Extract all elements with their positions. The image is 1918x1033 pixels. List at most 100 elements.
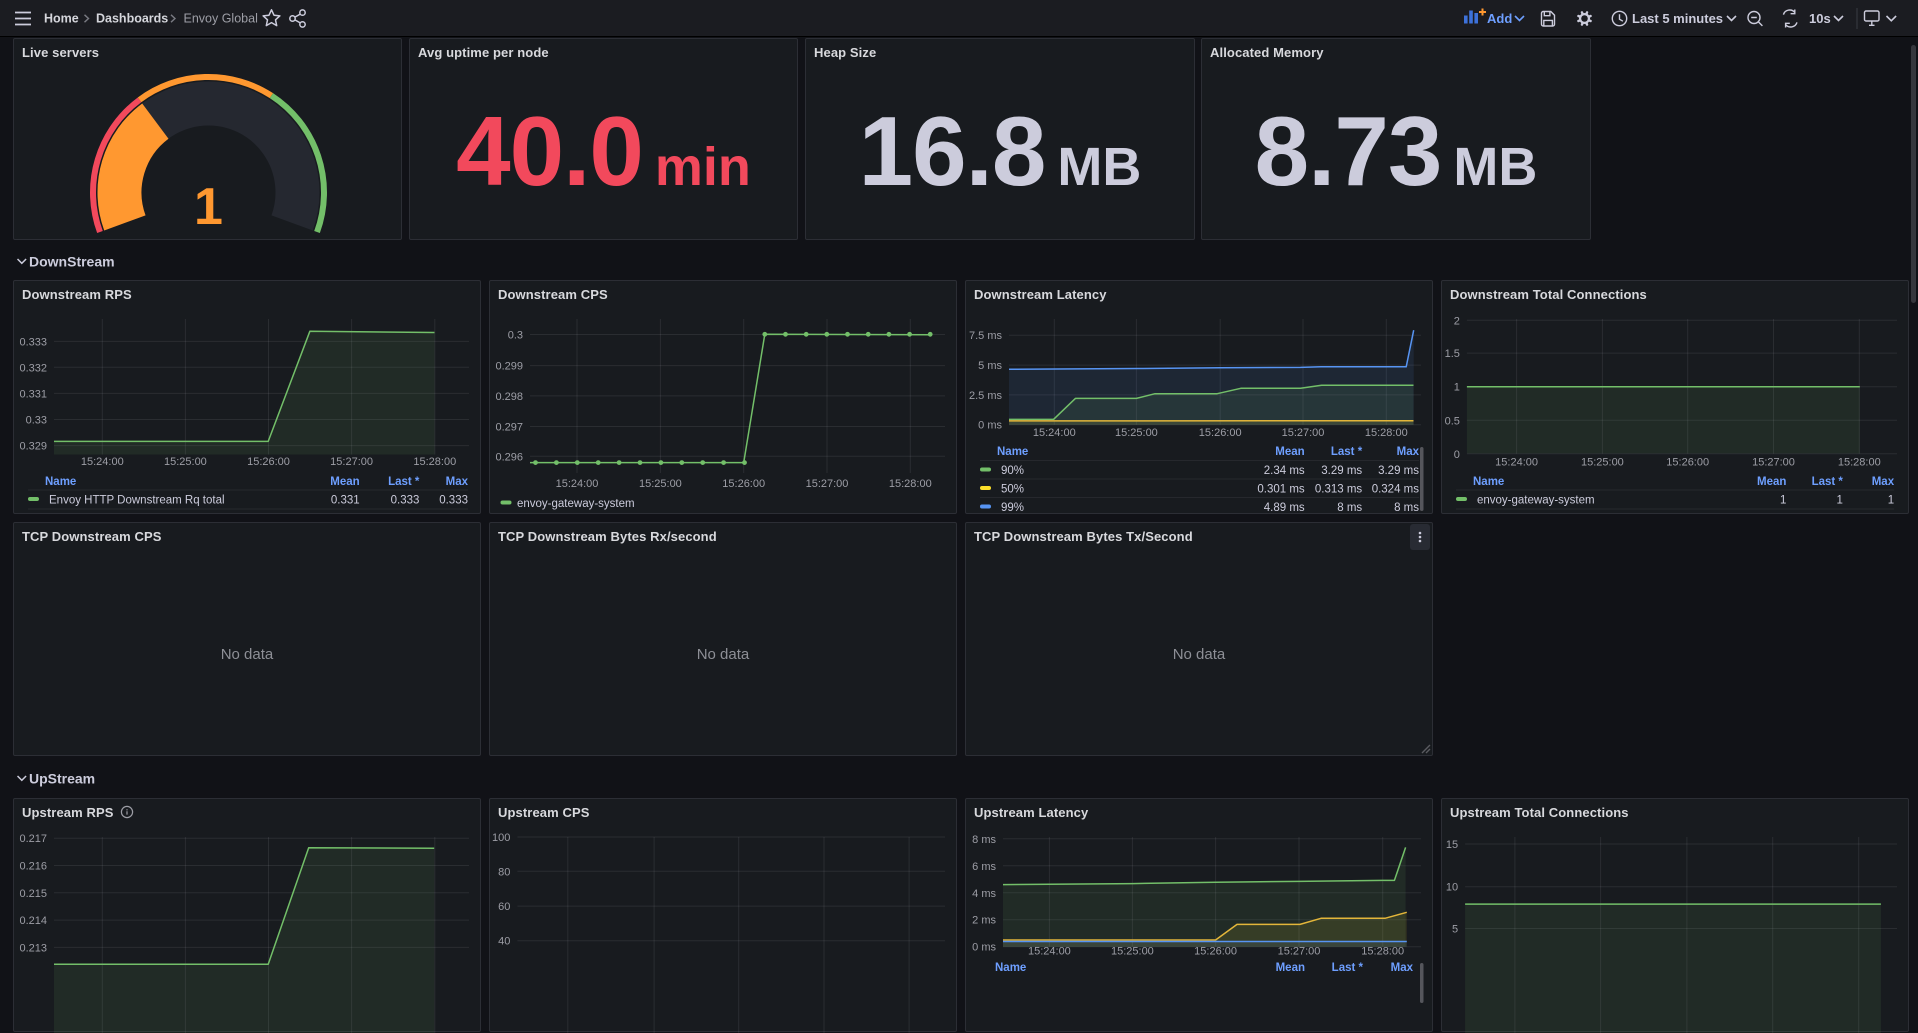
svg-text:0.297: 0.297 xyxy=(495,422,523,434)
svg-text:Last *: Last * xyxy=(1812,476,1844,488)
svg-text:2: 2 xyxy=(1454,315,1460,327)
svg-text:envoy-gateway-system: envoy-gateway-system xyxy=(517,498,635,510)
svg-text:0.332: 0.332 xyxy=(19,362,47,374)
svg-text:Name: Name xyxy=(995,962,1026,974)
svg-text:Last 5 minutes: Last 5 minutes xyxy=(1632,11,1723,26)
svg-text:Mean: Mean xyxy=(1276,962,1305,974)
svg-text:15:27:00: 15:27:00 xyxy=(1278,946,1321,958)
svg-text:15:25:00: 15:25:00 xyxy=(1111,946,1154,958)
svg-text:15:25:00: 15:25:00 xyxy=(164,456,207,468)
svg-text:Envoy HTTP Downstream Rq total: Envoy HTTP Downstream Rq total xyxy=(49,495,225,507)
svg-text:Dashboards: Dashboards xyxy=(96,12,168,26)
svg-text:15:27:00: 15:27:00 xyxy=(330,456,373,468)
svg-text:15:27:00: 15:27:00 xyxy=(806,478,849,490)
svg-text:0.299: 0.299 xyxy=(495,361,523,373)
svg-text:0.33: 0.33 xyxy=(26,415,47,427)
svg-text:Name: Name xyxy=(45,476,76,488)
svg-text:Name: Name xyxy=(1473,476,1504,488)
svg-text:Mean: Mean xyxy=(1757,476,1786,488)
svg-text:0.333: 0.333 xyxy=(19,336,47,348)
svg-text:0.214: 0.214 xyxy=(19,915,47,927)
svg-text:1: 1 xyxy=(1888,495,1894,507)
svg-text:80: 80 xyxy=(498,866,510,878)
svg-text:15:28:00: 15:28:00 xyxy=(1365,427,1408,439)
svg-text:0.333: 0.333 xyxy=(391,495,420,507)
svg-text:0.333: 0.333 xyxy=(439,495,468,507)
svg-text:0.5: 0.5 xyxy=(1445,415,1460,427)
svg-text:99%: 99% xyxy=(1001,502,1024,514)
svg-text:0.296: 0.296 xyxy=(495,451,523,463)
svg-text:15:26:00: 15:26:00 xyxy=(1666,457,1709,469)
svg-text:15:24:00: 15:24:00 xyxy=(556,478,599,490)
svg-text:0.329: 0.329 xyxy=(19,441,47,453)
svg-text:5 ms: 5 ms xyxy=(978,360,1002,372)
svg-text:0.3: 0.3 xyxy=(508,330,523,342)
svg-text:0.213: 0.213 xyxy=(19,942,47,954)
svg-text:40: 40 xyxy=(498,936,510,948)
svg-text:Envoy Global: Envoy Global xyxy=(184,12,258,26)
svg-text:1: 1 xyxy=(194,178,223,236)
svg-text:0.301 ms: 0.301 ms xyxy=(1257,484,1305,496)
svg-text:10s: 10s xyxy=(1809,11,1831,26)
svg-text:0 ms: 0 ms xyxy=(972,942,996,954)
svg-text:15: 15 xyxy=(1446,839,1458,851)
svg-text:Max: Max xyxy=(1397,446,1420,458)
svg-text:2.34 ms: 2.34 ms xyxy=(1264,465,1305,477)
svg-text:15:28:00: 15:28:00 xyxy=(1838,457,1881,469)
svg-text:0.331: 0.331 xyxy=(19,388,47,400)
svg-text:15:27:00: 15:27:00 xyxy=(1282,427,1325,439)
svg-text:0.216: 0.216 xyxy=(19,861,47,873)
svg-text:1.5: 1.5 xyxy=(1445,348,1460,360)
svg-text:0: 0 xyxy=(1454,449,1460,461)
svg-text:0 ms: 0 ms xyxy=(978,420,1002,432)
svg-text:envoy-gateway-system: envoy-gateway-system xyxy=(1477,495,1595,507)
svg-text:UpStream: UpStream xyxy=(29,771,95,787)
svg-text:3.29 ms: 3.29 ms xyxy=(1378,465,1419,477)
svg-text:8 ms: 8 ms xyxy=(1337,502,1362,514)
svg-text:15:27:00: 15:27:00 xyxy=(1752,457,1795,469)
svg-text:15:26:00: 15:26:00 xyxy=(1194,946,1237,958)
svg-text:15:26:00: 15:26:00 xyxy=(1199,427,1242,439)
svg-text:6 ms: 6 ms xyxy=(972,861,996,873)
svg-text:15:24:00: 15:24:00 xyxy=(81,456,124,468)
svg-text:4 ms: 4 ms xyxy=(972,888,996,900)
svg-text:10: 10 xyxy=(1446,882,1458,894)
svg-text:5: 5 xyxy=(1452,924,1458,936)
svg-text:7.5 ms: 7.5 ms xyxy=(969,330,1003,342)
svg-text:Last *: Last * xyxy=(388,476,420,488)
svg-text:0.324 ms: 0.324 ms xyxy=(1372,484,1420,496)
svg-text:50%: 50% xyxy=(1001,484,1024,496)
svg-text:Home: Home xyxy=(44,12,79,26)
svg-text:Mean: Mean xyxy=(1275,446,1304,458)
svg-text:15:28:00: 15:28:00 xyxy=(1361,946,1404,958)
svg-text:Add: Add xyxy=(1487,11,1512,26)
svg-text:60: 60 xyxy=(498,901,510,913)
svg-text:0.217: 0.217 xyxy=(19,833,47,845)
svg-text:0.331: 0.331 xyxy=(331,495,360,507)
svg-text:8 ms: 8 ms xyxy=(972,834,996,846)
svg-text:15:28:00: 15:28:00 xyxy=(413,456,456,468)
svg-text:Last *: Last * xyxy=(1331,446,1363,458)
svg-text:4.89 ms: 4.89 ms xyxy=(1264,502,1305,514)
svg-text:Mean: Mean xyxy=(330,476,359,488)
svg-text:Last *: Last * xyxy=(1332,962,1364,974)
svg-text:15:28:00: 15:28:00 xyxy=(889,478,932,490)
svg-text:15:26:00: 15:26:00 xyxy=(722,478,765,490)
svg-text:1: 1 xyxy=(1836,495,1842,507)
svg-text:2 ms: 2 ms xyxy=(972,915,996,927)
svg-text:15:25:00: 15:25:00 xyxy=(1581,457,1624,469)
svg-text:100: 100 xyxy=(492,832,510,844)
svg-text:15:24:00: 15:24:00 xyxy=(1028,946,1071,958)
svg-text:0.298: 0.298 xyxy=(495,391,523,403)
svg-text:1: 1 xyxy=(1454,382,1460,394)
svg-text:0.215: 0.215 xyxy=(19,888,47,900)
svg-text:15:25:00: 15:25:00 xyxy=(639,478,682,490)
svg-text:DownStream: DownStream xyxy=(29,254,115,270)
svg-text:15:26:00: 15:26:00 xyxy=(247,456,290,468)
svg-text:1: 1 xyxy=(1780,495,1786,507)
svg-text:90%: 90% xyxy=(1001,465,1024,477)
svg-text:Max: Max xyxy=(446,476,469,488)
svg-text:Name: Name xyxy=(997,446,1028,458)
svg-text:Max: Max xyxy=(1391,962,1414,974)
svg-text:3.29 ms: 3.29 ms xyxy=(1321,465,1362,477)
